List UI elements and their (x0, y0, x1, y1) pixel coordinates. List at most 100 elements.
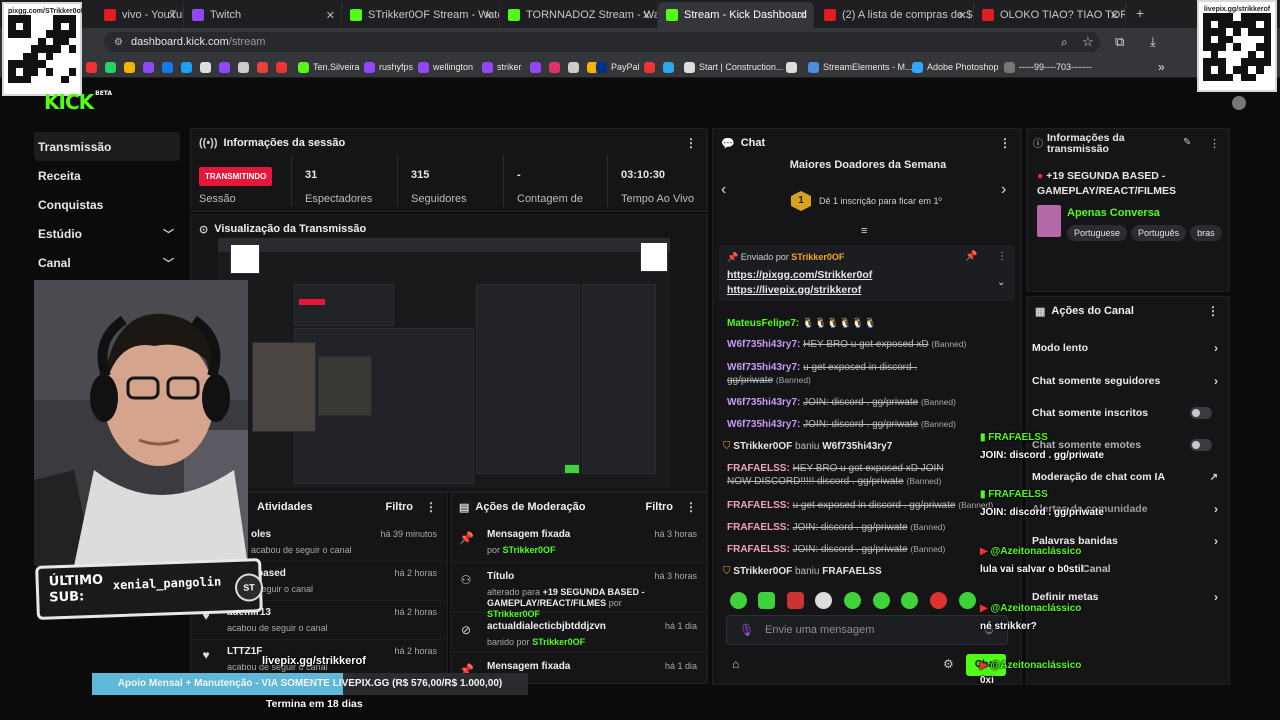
emote-icon[interactable] (901, 592, 918, 609)
tab-tornnadoz-stream[interactable]: TORNNADOZ Stream - Watch L✕ (500, 2, 658, 28)
chat-message: FRAFAELSS: u get exposed in discord . gg… (727, 500, 994, 511)
globe-icon[interactable] (786, 61, 797, 73)
site-info-icon[interactable]: ⚙ (114, 37, 123, 48)
tag[interactable]: Português (1131, 225, 1187, 241)
emote-icon[interactable] (930, 592, 947, 609)
bookmark-item[interactable]: rushyfps (364, 60, 413, 74)
tag[interactable]: Portuguese (1067, 225, 1128, 241)
stream-preview-video[interactable] (218, 238, 670, 488)
close-icon[interactable]: ✕ (484, 9, 493, 22)
discord-icon[interactable] (568, 61, 579, 73)
gift-icon[interactable]: ⌂ (732, 657, 739, 671)
google-icon[interactable] (257, 61, 268, 73)
more-options-icon[interactable]: ⋮ (685, 136, 697, 150)
more-options-icon[interactable]: ⋮ (685, 500, 697, 514)
address-bar[interactable]: ⚙ dashboard.kick.com/stream (104, 32, 1100, 52)
globe-icon[interactable] (200, 61, 211, 73)
microphone-icon[interactable]: 🎙 (739, 623, 754, 637)
action-followers-only[interactable]: Chat somente seguidores › (1032, 366, 1224, 396)
bookmark-icon[interactable] (86, 61, 97, 73)
close-icon[interactable]: ✕ (642, 9, 651, 22)
chevron-right-icon[interactable]: › (1001, 181, 1006, 199)
star-icon[interactable]: ☆ (1082, 34, 1094, 50)
facebook-icon[interactable] (162, 61, 173, 73)
chevron-down-icon[interactable]: ⌄ (997, 277, 1005, 288)
twitch-icon[interactable] (530, 61, 541, 73)
bookmark-item[interactable]: Start | Construction... (684, 60, 783, 74)
avatar[interactable] (1232, 96, 1246, 110)
emote-icon[interactable] (959, 592, 976, 609)
close-icon[interactable]: ✕ (798, 9, 807, 22)
unpin-icon[interactable]: 📌 (965, 251, 977, 262)
close-icon[interactable]: ✕ (1110, 9, 1119, 22)
close-icon[interactable]: ✕ (168, 9, 177, 22)
zoom-icon[interactable]: ⌕ (1061, 35, 1068, 50)
more-options-icon[interactable]: ⋮ (999, 136, 1011, 150)
sidebar-item-conquistas[interactable]: Conquistas (34, 190, 180, 219)
gear-icon[interactable]: ⚙ (943, 657, 954, 671)
tab-twitch[interactable]: Twitch ✕ (184, 2, 342, 28)
bookmark-item[interactable]: PayPal (596, 60, 640, 74)
bookmark-item[interactable]: Adobe Photoshop (912, 60, 999, 74)
more-options-icon[interactable]: ⋮ (1207, 304, 1219, 318)
chevron-left-icon[interactable]: ‹ (721, 181, 726, 199)
twitch-icon[interactable] (143, 61, 154, 73)
action-slow-mode[interactable]: Modo lento › (1032, 333, 1224, 363)
tag[interactable]: bras (1190, 225, 1222, 241)
pinned-link[interactable]: https://pixgg.com/Strikker0of (727, 269, 872, 281)
filter-button[interactable]: Filtro (386, 501, 414, 513)
emote-icon[interactable] (844, 592, 861, 609)
mail-icon[interactable] (124, 61, 135, 73)
emote-icon[interactable] (730, 592, 747, 609)
bookmark-icon[interactable] (644, 61, 655, 73)
close-icon[interactable]: ✕ (958, 9, 967, 22)
moderation-item: ⚇ Título alterado para +19 SEGUNDA BASED -… (451, 565, 707, 619)
tab-strikker-stream[interactable]: STrikker0OF Stream - Watch Li✕ (342, 2, 500, 28)
telegram-icon[interactable] (663, 61, 674, 73)
more-bookmarks-icon[interactable]: » (1158, 60, 1165, 74)
close-icon[interactable]: ✕ (326, 9, 335, 22)
category-link[interactable]: Apenas Conversa (1067, 207, 1160, 219)
sidebar-item-transmissao[interactable]: Transmissão (34, 132, 180, 161)
emote-icon[interactable] (787, 592, 804, 609)
edit-icon[interactable]: ✎ (1183, 137, 1191, 148)
emotes-only-toggle[interactable] (1190, 439, 1212, 451)
emote-icon[interactable] (758, 592, 775, 609)
sidebar-item-estudio[interactable]: Estúdio ﹀ (34, 219, 180, 248)
chat-input[interactable]: 🎙 Envie uma mensagem ☺ (726, 615, 1008, 645)
more-options-icon[interactable]: ⋮ (997, 251, 1007, 262)
bookmark-item[interactable]: Ten.Silveira (298, 60, 360, 74)
youtube-icon[interactable] (276, 61, 287, 73)
download-icon[interactable]: ⤓ (1150, 34, 1156, 50)
emote-icon[interactable] (815, 592, 832, 609)
category-thumbnail[interactable] (1037, 205, 1061, 237)
pinned-link[interactable]: https://livepix.gg/strikkerof (727, 284, 861, 296)
globe-icon[interactable] (238, 61, 249, 73)
new-tab-icon[interactable]: + (1136, 5, 1144, 21)
bookmark-item[interactable]: -----99----703------- (1004, 60, 1092, 74)
action-subscribers-only[interactable]: Chat somente inscritos (1032, 398, 1224, 428)
emote-icon[interactable] (873, 592, 890, 609)
subscribers-only-toggle[interactable] (1190, 407, 1212, 419)
bookmark-item[interactable]: striker (482, 60, 522, 74)
action-ai-moderation[interactable]: Moderação de chat com IA ↗ (1032, 462, 1224, 492)
more-options-icon[interactable]: ⋮ (425, 500, 437, 514)
tab-kick-dashboard[interactable]: Stream - Kick Dashboard ✕ (658, 2, 814, 28)
bird-icon[interactable] (181, 61, 192, 73)
whatsapp-icon[interactable] (105, 61, 116, 73)
sidebar-item-canal[interactable]: Canal ﹀ (34, 248, 180, 277)
file-icon (1004, 61, 1015, 73)
twitch-icon[interactable] (219, 61, 230, 73)
tab-youtube-oloko[interactable]: OLOKO TIAO? TIAO TORCENDO✕ (974, 2, 1126, 28)
bookmark-item[interactable]: wellington (418, 60, 473, 74)
tab-youtube[interactable]: vivo - YouTube✕ (96, 2, 184, 28)
extensions-icon[interactable]: ⧉ (1115, 34, 1124, 50)
kick-logo[interactable]: KICK BETA (44, 90, 112, 114)
collapse-icon[interactable]: ≡ (861, 225, 867, 237)
more-options-icon[interactable]: ⋮ (1209, 137, 1220, 150)
sidebar-item-receita[interactable]: Receita (34, 161, 180, 190)
instagram-icon[interactable] (549, 61, 560, 73)
filter-button[interactable]: Filtro (646, 501, 674, 513)
tab-youtube-lista[interactable]: (2) A lista de compras de $440✕ (816, 2, 974, 28)
bookmark-item[interactable]: StreamElements - M... (808, 60, 913, 74)
